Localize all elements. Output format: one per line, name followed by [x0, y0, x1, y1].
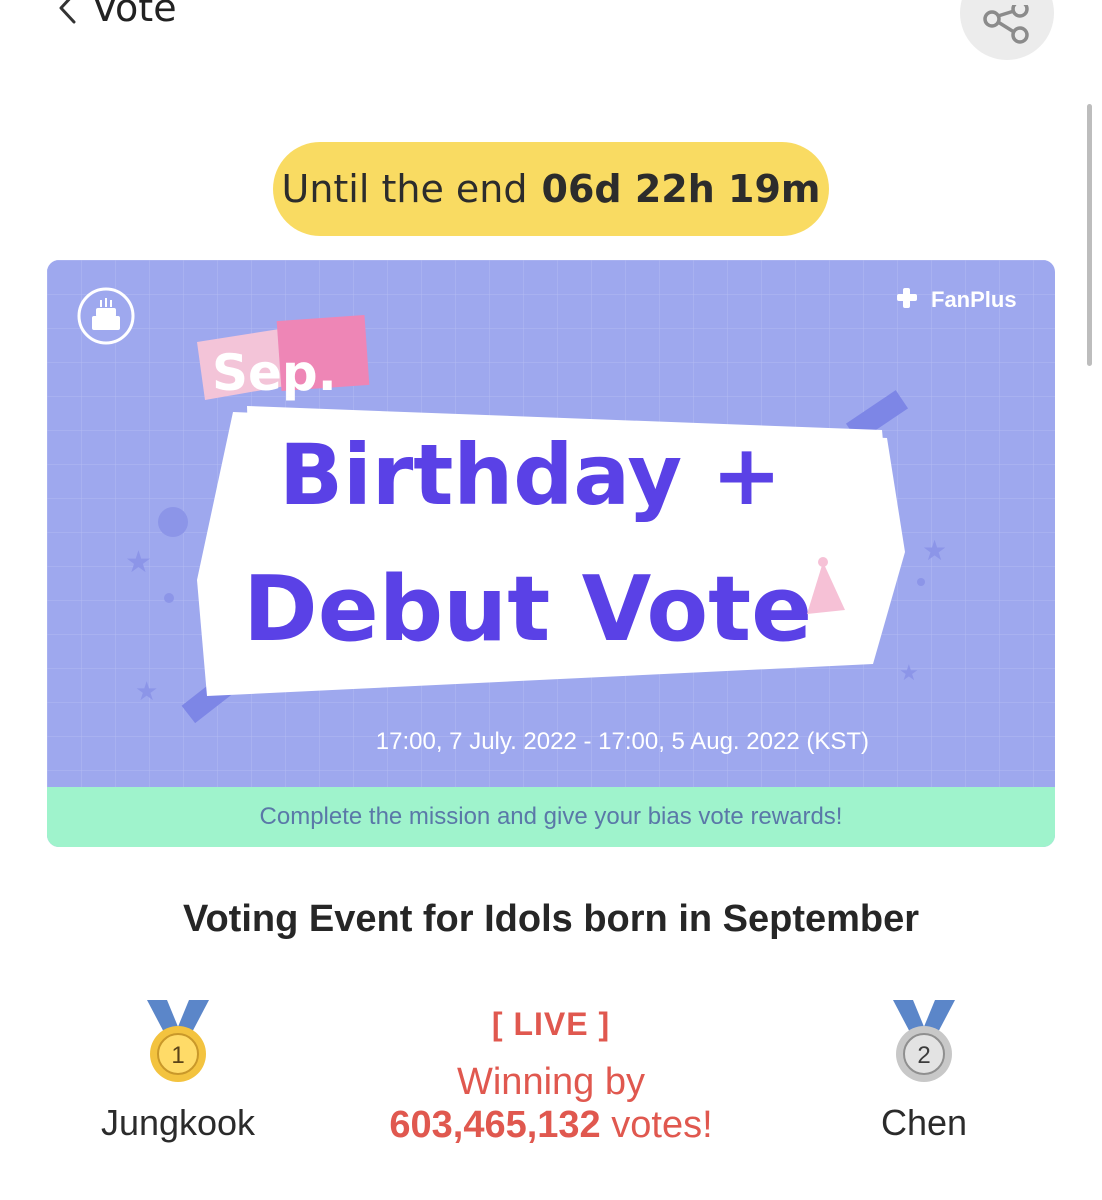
chevron-left-icon: [59, 0, 76, 24]
countdown-badge: Until the end 06d 22h 19m: [273, 142, 829, 236]
event-date-range: 17:00, 7 July. 2022 - 17:00, 5 Aug. 2022…: [375, 728, 869, 755]
scrollbar[interactable]: [1087, 104, 1092, 366]
page-title: Vote: [92, 0, 177, 30]
svg-text:1: 1: [171, 1042, 184, 1069]
event-banner[interactable]: FanPlus ★ ★ ★ ★ Sep. Birthday + Debut Vo…: [47, 260, 1055, 847]
countdown-value: 06d 22h 19m: [541, 167, 821, 211]
svg-text:★: ★: [135, 676, 158, 706]
svg-text:★: ★: [125, 546, 152, 579]
mission-banner[interactable]: Complete the mission and give your bias …: [47, 787, 1055, 847]
votes-number: 603,465,132: [389, 1104, 601, 1146]
svg-text:2: 2: [917, 1042, 930, 1069]
rank-first-name: Jungkook: [100, 1102, 256, 1143]
svg-text:★: ★: [899, 660, 919, 685]
rank-second-name: Chen: [880, 1102, 968, 1143]
banner-artwork: FanPlus ★ ★ ★ ★ Sep. Birthday + Debut Vo…: [47, 260, 1055, 847]
header: Vote: [0, 0, 1102, 60]
birthday-cake-icon: [77, 287, 135, 345]
votes-suffix: votes!: [611, 1104, 713, 1146]
rank-second[interactable]: 2 Chen: [824, 998, 1024, 1144]
winning-label: Winning by: [457, 1061, 645, 1103]
back-button[interactable]: Vote: [56, 0, 177, 30]
svg-text:★: ★: [922, 535, 947, 566]
gold-medal-icon: 1: [147, 1000, 209, 1082]
rank-first[interactable]: 1 Jungkook: [80, 998, 276, 1144]
countdown-label: Until the end: [281, 167, 528, 211]
sep-tag: Sep.: [212, 344, 337, 402]
silver-medal-icon: 2: [893, 1000, 955, 1082]
live-label: [ LIVE ]: [491, 1006, 611, 1042]
svg-text:FanPlus: FanPlus: [931, 287, 1017, 312]
event-title: Voting Event for Idols born in September: [182, 898, 920, 940]
votes-margin: 603,465,132 votes!: [330, 1104, 772, 1147]
headline-line2: Debut Vote: [243, 557, 812, 662]
share-icon: [983, 5, 1029, 44]
share-button[interactable]: [960, 0, 1054, 60]
live-result: [ LIVE ] Winning by 603,465,132 votes!: [330, 1006, 772, 1147]
headline-line1: Birthday +: [279, 426, 782, 524]
